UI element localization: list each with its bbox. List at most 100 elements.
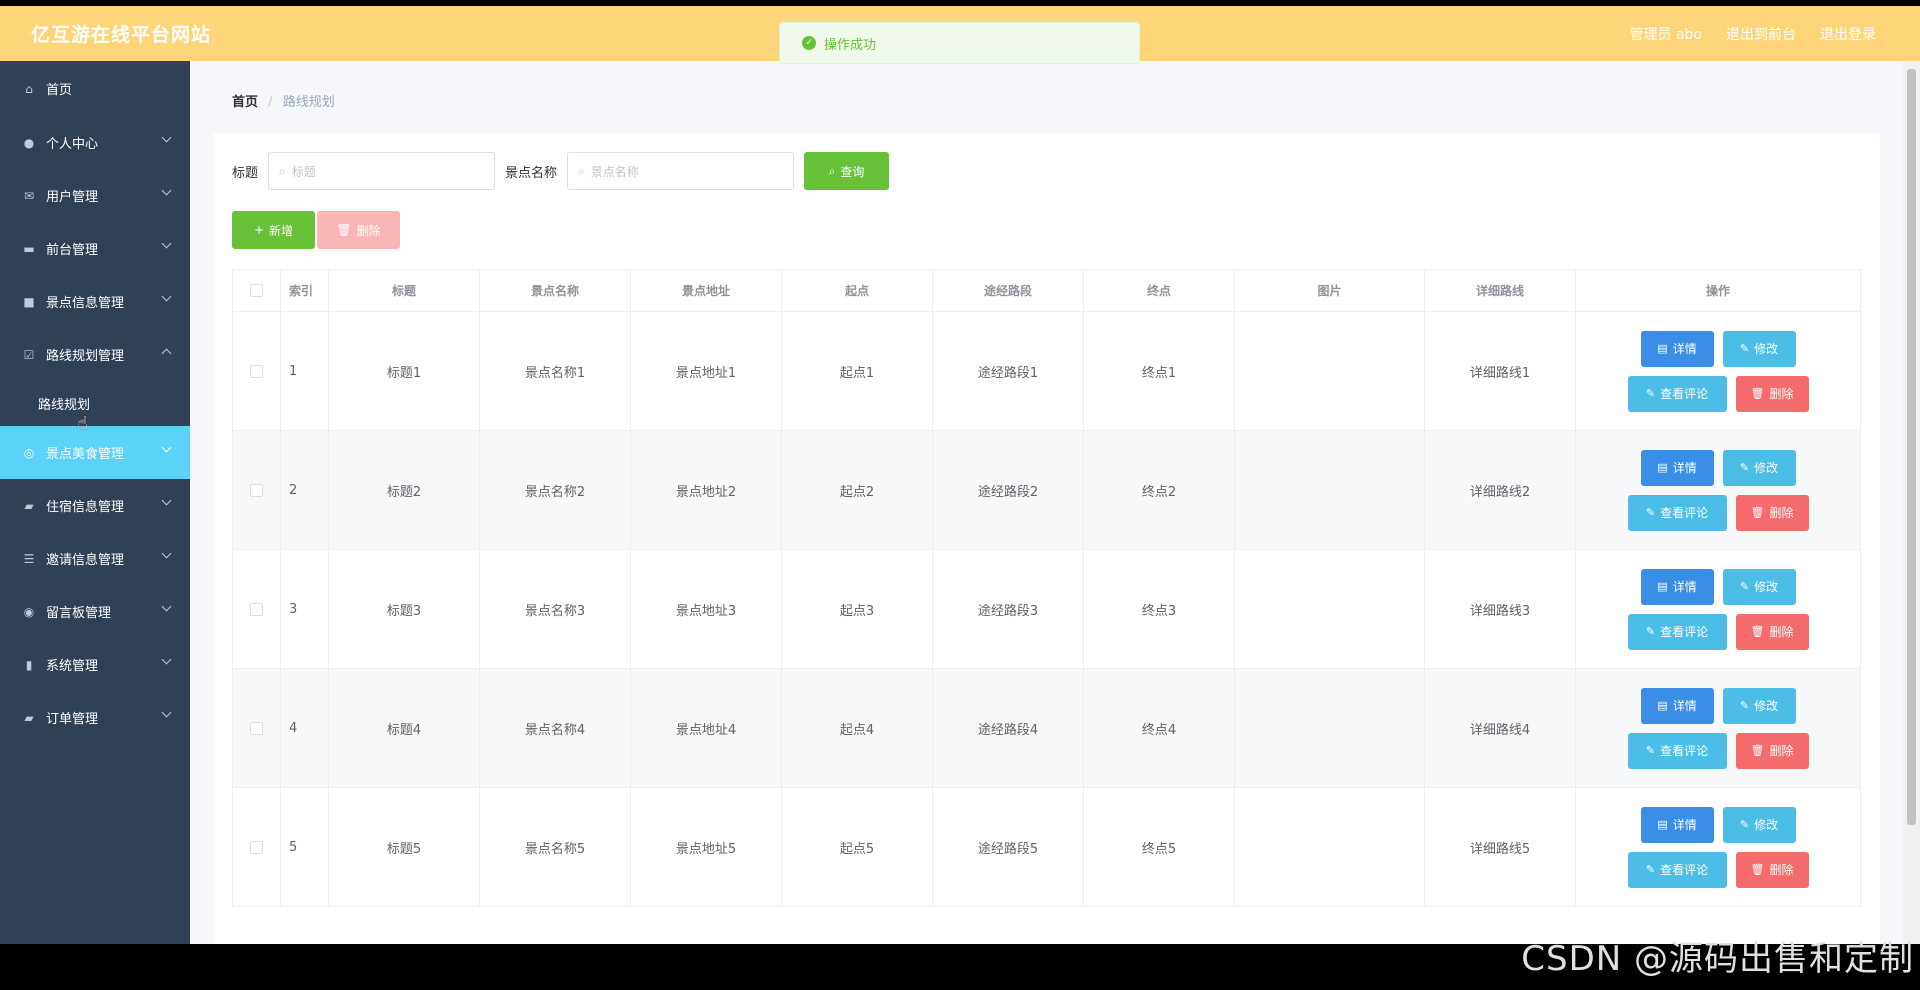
- cell-spot-address: 景点地址4: [631, 669, 782, 788]
- row-actions: ▤ 详情 ✎ 修改 ✎ 查看评论 🗑 删除: [1627, 568, 1809, 650]
- sidebar-item-orders[interactable]: ▰ 订单管理: [0, 691, 190, 744]
- detail-button[interactable]: ▤ 详情: [1640, 806, 1714, 843]
- pencil-icon: ✎: [1645, 863, 1656, 876]
- row-delete-button[interactable]: 🗑 删除: [1735, 494, 1809, 531]
- table-header-row: 索引 标题 景点名称 景点地址 起点 途经路段 终点 图片 详细路线 操作: [233, 270, 1862, 312]
- detail-button[interactable]: ▤ 详情: [1640, 449, 1714, 486]
- sidebar-item-frontend-management[interactable]: ▬ 前台管理: [0, 222, 190, 275]
- table-row: 1 标题1 景点名称1 景点地址1 起点1 途经路段1 终点1 详细路线1 ▤ 详情 ✎ 修改 ✎ 查看评…: [233, 312, 1862, 431]
- view-comments-button[interactable]: ✎ 查看评论: [1627, 732, 1727, 769]
- sidebar-item-invitation[interactable]: ☰ 邀请信息管理: [0, 532, 190, 585]
- spot-name-search-input[interactable]: ⌕ 景点名称: [567, 152, 795, 190]
- sidebar-item-label: 用户管理: [46, 190, 99, 205]
- cell-index: 3: [281, 550, 329, 669]
- sidebar-item-system[interactable]: ▮ 系统管理: [0, 638, 190, 691]
- edit-button[interactable]: ✎ 修改: [1722, 568, 1796, 605]
- row-checkbox-cell[interactable]: [233, 550, 281, 669]
- sidebar-item-personal-center[interactable]: ● 个人中心: [0, 116, 190, 169]
- sidebar-item-user-management[interactable]: ✉ 用户管理: [0, 169, 190, 222]
- detail-label: 详情: [1672, 580, 1697, 594]
- comment-label: 查看评论: [1660, 625, 1709, 639]
- back-to-frontend-link[interactable]: 退出到前台: [1726, 24, 1796, 44]
- pencil-icon: ✎: [1739, 818, 1750, 831]
- admin-label: 管理员 abo: [1629, 27, 1702, 43]
- sidebar: ⌂ 首页 ● 个人中心 ✉ 用户管理 ▬ 前台管理 ■ 景点信息管理 ☑ 路线规…: [0, 61, 190, 944]
- row-delete-button[interactable]: 🗑 删除: [1735, 851, 1809, 888]
- sidebar-subitem-route-planning[interactable]: 路线规划: [0, 381, 190, 426]
- logout-link[interactable]: 退出登录: [1820, 24, 1876, 44]
- chevron-down-icon: [161, 238, 172, 249]
- sidebar-item-label: 景点美食管理: [46, 447, 125, 462]
- row-checkbox-cell[interactable]: [233, 431, 281, 550]
- edit-button[interactable]: ✎ 修改: [1722, 687, 1796, 724]
- briefcase-icon: ■: [23, 294, 35, 309]
- sidebar-item-spot-food[interactable]: ◎ 景点美食管理: [0, 426, 190, 479]
- detail-button[interactable]: ▤ 详情: [1640, 568, 1714, 605]
- header-checkbox-cell[interactable]: [233, 270, 281, 312]
- trash-icon: 🗑: [1750, 387, 1765, 400]
- query-button[interactable]: ⌕ 查询: [804, 152, 890, 190]
- detail-label: 详情: [1672, 461, 1697, 475]
- row-checkbox-cell[interactable]: [233, 788, 281, 907]
- view-comments-button[interactable]: ✎ 查看评论: [1627, 613, 1727, 650]
- detail-button[interactable]: ▤ 详情: [1640, 330, 1714, 367]
- view-comments-button[interactable]: ✎ 查看评论: [1627, 851, 1727, 888]
- row-checkbox-cell[interactable]: [233, 312, 281, 431]
- row-delete-button[interactable]: 🗑 删除: [1735, 732, 1809, 769]
- cell-end: 终点4: [1084, 669, 1235, 788]
- table-body: 1 标题1 景点名称1 景点地址1 起点1 途经路段1 终点1 详细路线1 ▤ 详情 ✎ 修改 ✎ 查看评…: [233, 312, 1862, 907]
- mail-icon: ✉: [23, 188, 35, 203]
- select-all-checkbox[interactable]: [250, 284, 263, 297]
- spot-name-placeholder: 景点名称: [590, 164, 639, 179]
- row-actions: ▤ 详情 ✎ 修改 ✎ 查看评论 🗑 删除: [1627, 449, 1809, 531]
- row-checkbox[interactable]: [250, 364, 263, 378]
- cell-via: 途经路段2: [933, 431, 1084, 550]
- title-search-input[interactable]: ⌕ 标题: [268, 152, 496, 190]
- row-checkbox[interactable]: [250, 721, 263, 735]
- sidebar-item-message-board[interactable]: ◉ 留言板管理: [0, 585, 190, 638]
- scrollbar-thumb[interactable]: [1907, 69, 1916, 825]
- action-row: ✎ 查看评论 🗑 删除: [1627, 613, 1809, 650]
- content-panel: 标题 ⌕ 标题 景点名称 ⌕ 景点名称 ⌕ 查询 + 新增 🗑 删除 索引 标题…: [214, 133, 1880, 944]
- row-delete-button[interactable]: 🗑 删除: [1735, 375, 1809, 412]
- row-checkbox[interactable]: [250, 483, 263, 497]
- sidebar-item-label: 留言板管理: [46, 606, 112, 621]
- sidebar-item-route-management[interactable]: ☑ 路线规划管理: [0, 328, 190, 381]
- edit-button[interactable]: ✎ 修改: [1722, 330, 1796, 367]
- toast-message: 操作成功: [824, 37, 877, 53]
- batch-delete-button[interactable]: 🗑 删除: [317, 211, 400, 249]
- view-comments-button[interactable]: ✎ 查看评论: [1627, 375, 1727, 412]
- breadcrumb-home[interactable]: 首页: [232, 95, 258, 110]
- chevron-down-icon: [161, 707, 172, 718]
- row-delete-button[interactable]: 🗑 删除: [1735, 613, 1809, 650]
- target-icon: ◉: [23, 604, 35, 619]
- vertical-scrollbar[interactable]: [1903, 61, 1920, 944]
- column-header: 操作: [1576, 270, 1861, 312]
- sidebar-item-lodging[interactable]: ▰ 住宿信息管理: [0, 479, 190, 532]
- cell-spot-name: 景点名称2: [480, 431, 631, 550]
- sidebar-item-label: 住宿信息管理: [46, 500, 125, 515]
- sidebar-item-label: 路线规划管理: [46, 349, 125, 364]
- edit-button[interactable]: ✎ 修改: [1722, 806, 1796, 843]
- row-checkbox-cell[interactable]: [233, 669, 281, 788]
- view-comments-button[interactable]: ✎ 查看评论: [1627, 494, 1727, 531]
- action-row: ✎ 查看评论 🗑 删除: [1627, 851, 1809, 888]
- add-button[interactable]: + 新增: [232, 211, 315, 249]
- edit-button[interactable]: ✎ 修改: [1722, 449, 1796, 486]
- cell-via: 途经路段4: [933, 669, 1084, 788]
- cell-start: 起点1: [782, 312, 933, 431]
- row-checkbox[interactable]: [250, 840, 263, 854]
- detail-label: 详情: [1672, 818, 1697, 832]
- detail-button[interactable]: ▤ 详情: [1640, 687, 1714, 724]
- row-checkbox[interactable]: [250, 602, 263, 616]
- sidebar-item-home[interactable]: ⌂ 首页: [0, 61, 190, 116]
- column-header: 景点地址: [631, 270, 782, 312]
- action-row: ▤ 详情 ✎ 修改: [1640, 568, 1796, 605]
- wallet-icon: ▰: [24, 498, 34, 513]
- chevron-up-icon: [161, 348, 172, 359]
- sidebar-item-spot-info[interactable]: ■ 景点信息管理: [0, 275, 190, 328]
- cell-spot-address: 景点地址3: [631, 550, 782, 669]
- delete-label: 删除: [1769, 506, 1794, 520]
- cell-image: [1235, 312, 1425, 431]
- check-circle-icon: ✓: [802, 36, 816, 50]
